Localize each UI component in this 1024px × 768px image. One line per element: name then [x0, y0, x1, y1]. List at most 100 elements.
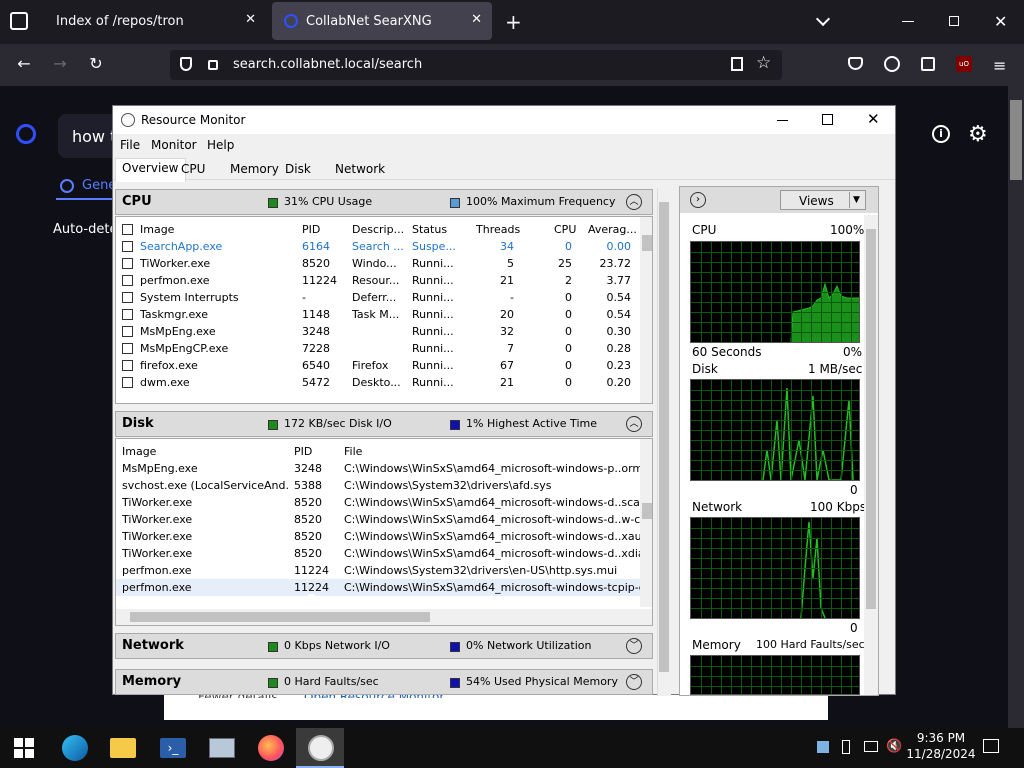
- menu-file[interactable]: File: [120, 138, 140, 152]
- col-file[interactable]: File: [344, 445, 362, 458]
- tray-network-icon[interactable]: [864, 741, 878, 752]
- forward-arrow-icon[interactable]: →: [48, 54, 72, 73]
- table-row[interactable]: Taskmgr.exe 1148 Task M... Runni... 20 0 0.54: [116, 306, 640, 323]
- col-description[interactable]: Descrip...: [352, 223, 404, 236]
- tab-disk[interactable]: Disk: [279, 160, 317, 178]
- col-pid[interactable]: PID: [294, 445, 312, 458]
- url-text[interactable]: search.collabnet.local/search: [233, 57, 422, 72]
- cpu-panel-header[interactable]: CPU 31% CPU Usage 100% Maximum Frequency…: [115, 189, 653, 215]
- resource-monitor-icon[interactable]: [308, 735, 334, 761]
- row-checkbox[interactable]: [122, 292, 133, 303]
- table-row[interactable]: TiWorker.exe 8520 Windo... Runni... 5 25 23.72: [116, 255, 640, 272]
- settings-gear-icon[interactable]: ⚙: [968, 122, 988, 147]
- left-pane-scroll-thumb[interactable]: [659, 202, 669, 672]
- rm-close-button[interactable]: ✕: [867, 110, 880, 128]
- col-image[interactable]: Image: [140, 223, 174, 236]
- menu-help[interactable]: Help: [207, 138, 234, 152]
- disk-table-hscroll-thumb[interactable]: [130, 612, 430, 622]
- table-row[interactable]: TiWorker.exe 8520 C:\Windows\WinSxS\amd64_…: [116, 528, 640, 545]
- tab-memory[interactable]: Memory: [224, 160, 285, 178]
- close-tab-icon[interactable]: ✕: [471, 12, 482, 27]
- table-row[interactable]: MsMpEng.exe 3248 C:\Windows\WinSxS\amd64_m…: [116, 460, 640, 477]
- search-general-icon[interactable]: [60, 179, 74, 193]
- minimize-window-button[interactable]: [902, 21, 914, 22]
- remote-desktop-icon[interactable]: [209, 738, 235, 758]
- views-button[interactable]: Views ▼: [780, 190, 866, 210]
- close-window-button[interactable]: ✕: [994, 12, 1007, 31]
- table-row[interactable]: svchost.exe (LocalServiceAnd... 5388 C:\Wi…: [116, 477, 640, 494]
- rm-minimize-button[interactable]: [777, 120, 788, 121]
- memory-panel-header[interactable]: Memory 0 Hard Faults/sec 54% Used Physic…: [115, 669, 653, 695]
- table-row[interactable]: MsMpEngCP.exe 7228 Runni... 7 0 0.28: [116, 340, 640, 357]
- taskbar-clock[interactable]: 9:36 PM 11/28/2024: [906, 731, 976, 761]
- file-explorer-icon[interactable]: [110, 738, 136, 758]
- windows-start-icon[interactable]: [14, 738, 34, 758]
- col-threads[interactable]: Threads: [476, 223, 520, 236]
- expand-chevron-down-icon[interactable]: ﹀: [626, 674, 642, 690]
- row-checkbox[interactable]: [122, 377, 133, 388]
- row-checkbox[interactable]: [122, 241, 133, 252]
- row-checkbox[interactable]: [122, 258, 133, 269]
- row-checkbox[interactable]: [122, 326, 133, 337]
- list-all-tabs-icon[interactable]: [10, 12, 28, 30]
- col-status[interactable]: Status: [412, 223, 447, 236]
- reload-icon[interactable]: ↻: [84, 54, 108, 73]
- table-row[interactable]: TiWorker.exe 8520 C:\Windows\WinSxS\amd64_…: [116, 494, 640, 511]
- collapse-chevron-up-icon[interactable]: ︿: [626, 416, 642, 432]
- table-row[interactable]: MsMpEng.exe 3248 Runni... 32 0 0.30: [116, 323, 640, 340]
- table-row[interactable]: System Interrupts - Deferr... Runni... - 0 0.5…: [116, 289, 640, 306]
- menu-monitor[interactable]: Monitor: [151, 138, 197, 152]
- menu-hamburger-icon[interactable]: ≡: [993, 56, 1006, 75]
- expand-chevron-down-icon[interactable]: ﹀: [626, 638, 642, 654]
- table-row[interactable]: perfmon.exe 11224 C:\Windows\WinSxS\amd64_…: [116, 579, 640, 596]
- tab-index-repos-tron[interactable]: Index of /repos/tron ✕: [44, 2, 266, 40]
- lock-icon[interactable]: [208, 60, 218, 70]
- edge-icon[interactable]: [62, 735, 88, 761]
- row-checkbox[interactable]: [122, 309, 133, 320]
- row-checkbox[interactable]: [122, 343, 133, 354]
- new-tab-button[interactable]: +: [505, 10, 522, 34]
- row-checkbox[interactable]: [122, 360, 133, 371]
- table-row[interactable]: firefox.exe 6540 Firefox Runni... 67 0 0.23: [116, 357, 640, 374]
- disk-panel-header[interactable]: Disk 172 KB/sec Disk I/O 1% Highest Acti…: [115, 411, 653, 437]
- table-row[interactable]: TiWorker.exe 8520 C:\Windows\WinSxS\amd64_…: [116, 545, 640, 562]
- table-row[interactable]: perfmon.exe 11224 C:\Windows\System32\driv…: [116, 562, 640, 579]
- tray-usb-icon[interactable]: [842, 740, 850, 754]
- views-dropdown-icon[interactable]: ▼: [849, 192, 863, 208]
- ublock-icon[interactable]: uO: [956, 56, 972, 72]
- tray-vm-icon[interactable]: [817, 741, 829, 753]
- table-row[interactable]: perfmon.exe 11224 Resour... Runni... 21 2 3.77: [116, 272, 640, 289]
- reader-view-icon[interactable]: [731, 57, 743, 71]
- collapse-chevron-up-icon[interactable]: ︿: [626, 194, 642, 210]
- tab-collabnet-searxng[interactable]: CollabNet SearXNG ✕: [272, 2, 492, 40]
- searxng-logo-icon[interactable]: [16, 124, 36, 144]
- row-checkbox[interactable]: [122, 275, 133, 286]
- col-image[interactable]: Image: [122, 445, 156, 458]
- notification-center-icon[interactable]: [983, 739, 999, 753]
- page-scrollbar[interactable]: [1008, 86, 1024, 728]
- info-icon[interactable]: i: [932, 125, 950, 143]
- search-query-text[interactable]: how t: [72, 127, 116, 146]
- table-row[interactable]: dwm.exe 5472 Deskto... Runni... 21 0 0.20: [116, 374, 640, 391]
- col-cpu[interactable]: CPU: [554, 223, 576, 236]
- extensions-icon[interactable]: [921, 57, 935, 71]
- table-row[interactable]: TiWorker.exe 8520 C:\Windows\WinSxS\amd64_…: [116, 511, 640, 528]
- tab-cpu[interactable]: CPU: [175, 160, 211, 178]
- shield-icon[interactable]: [180, 57, 192, 71]
- col-average[interactable]: Averag...: [588, 223, 637, 236]
- network-panel-header[interactable]: Network 0 Kbps Network I/O 0% Network Ut…: [115, 633, 653, 659]
- table-row[interactable]: SearchApp.exe 6164 Search ... Suspe... 34 0 0.…: [116, 238, 640, 255]
- col-pid[interactable]: PID: [302, 223, 320, 236]
- rm-maximize-button[interactable]: [822, 114, 833, 125]
- firefox-icon[interactable]: [258, 735, 284, 761]
- powershell-icon[interactable]: ›_: [160, 738, 186, 758]
- disk-table-scroll-thumb[interactable]: [642, 503, 652, 519]
- graphs-scroll-thumb[interactable]: [866, 229, 876, 609]
- collapse-graphs-chevron-icon[interactable]: ›: [690, 192, 706, 208]
- select-all-checkbox[interactable]: [122, 224, 133, 235]
- account-icon[interactable]: [884, 56, 900, 72]
- tab-network[interactable]: Network: [329, 160, 391, 178]
- close-tab-icon[interactable]: ✕: [245, 12, 256, 27]
- back-arrow-icon[interactable]: ←: [12, 54, 36, 73]
- page-scrollbar-thumb[interactable]: [1010, 100, 1022, 180]
